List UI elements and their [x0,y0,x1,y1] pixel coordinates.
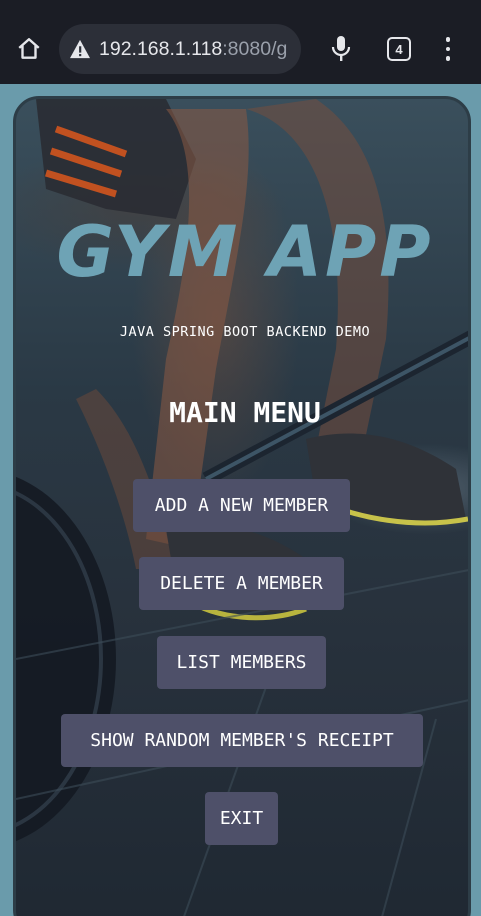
microphone-icon[interactable] [325,32,357,66]
random-receipt-button[interactable]: SHOW RANDOM MEMBER'S RECEIPT [61,714,423,767]
main-menu-heading: MAIN MENU [169,396,321,429]
warning-icon[interactable] [59,39,99,59]
more-vert-icon[interactable] [436,32,460,66]
url-path: :8080/g [222,37,288,60]
tabs-icon[interactable]: 4 [387,37,411,61]
app-title: GYM APP [56,211,434,293]
url-host: 192.168.1.118 [99,37,223,60]
address-bar[interactable]: 192.168.1.118:8080/g [59,24,301,74]
app-card: GYM APP JAVA SPRING BOOT BACKEND DEMO MA… [13,96,471,916]
app-subtitle: JAVA SPRING BOOT BACKEND DEMO [119,324,371,340]
browser-toolbar: 192.168.1.118:8080/g 4 [0,0,481,84]
tab-count: 4 [395,41,403,57]
delete-member-button[interactable]: DELETE A MEMBER [139,557,344,610]
exit-button[interactable]: EXIT [205,792,278,845]
home-icon[interactable] [12,32,46,66]
list-members-button[interactable]: LIST MEMBERS [157,636,326,689]
url-text: 192.168.1.118:8080/g [99,38,287,61]
add-member-button[interactable]: ADD A NEW MEMBER [133,479,350,532]
